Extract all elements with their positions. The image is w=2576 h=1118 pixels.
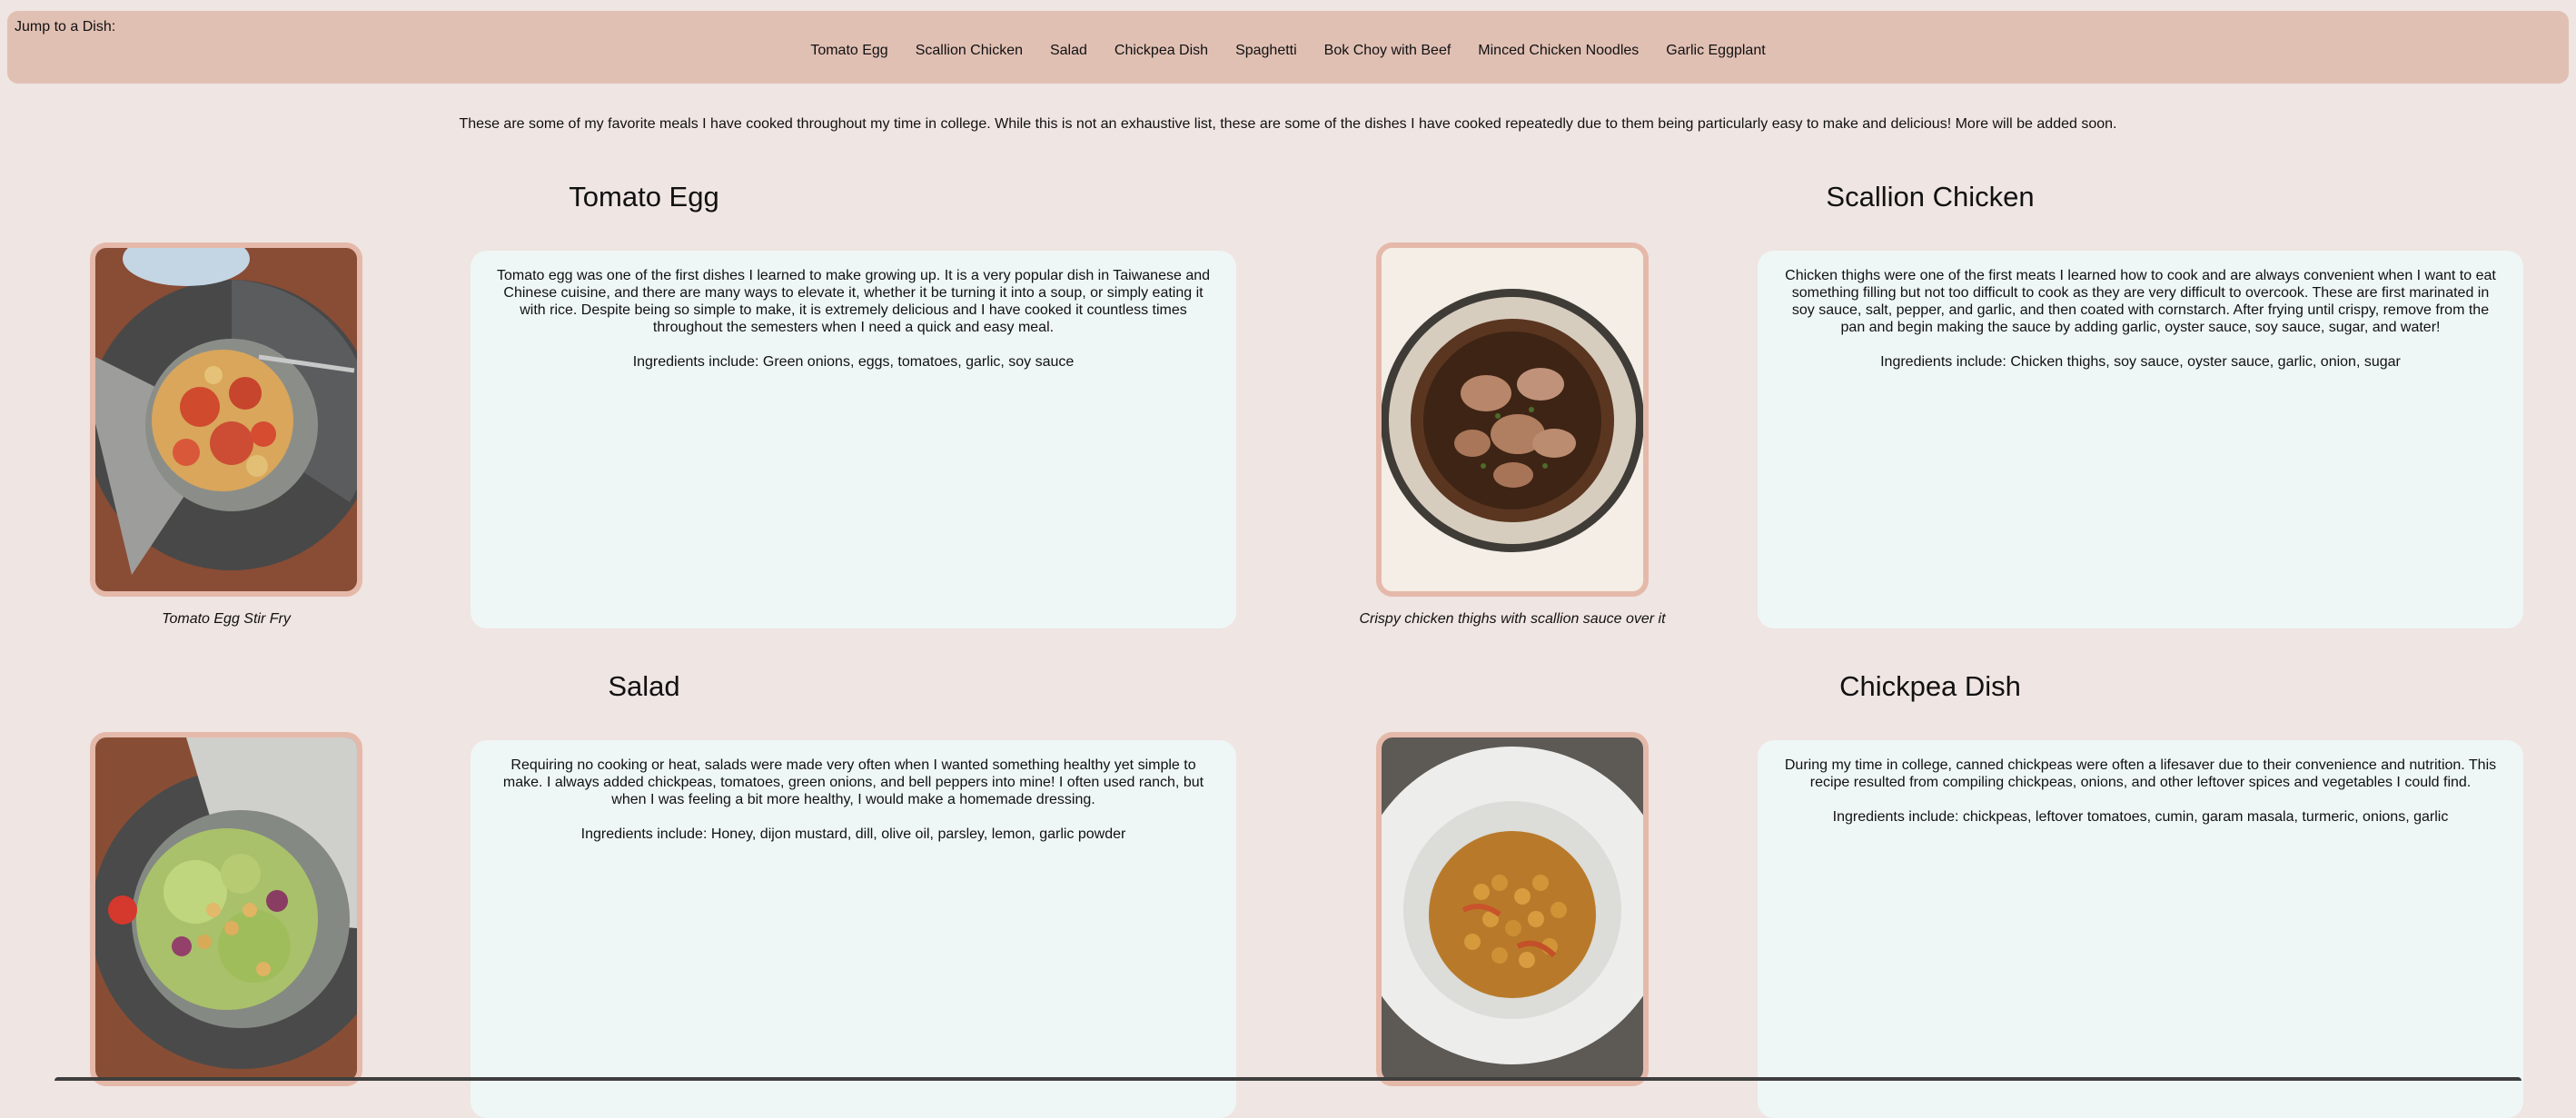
tomato-egg-photo (90, 242, 362, 597)
description-box-scallion-chicken: Chicken thighs were one of the first mea… (1758, 251, 2523, 628)
description-chickpea-dish: During my time in college, canned chickp… (1784, 757, 2497, 790)
salad-photo (90, 732, 362, 1086)
ingredients-salad: Ingredients include: Honey, dijon mustar… (580, 826, 1126, 842)
dish-title-salad: Salad (608, 670, 680, 702)
caption-scallion-chicken: Crispy chicken thighs with scallion sauc… (1359, 611, 1666, 627)
description-box-chickpea-dish: During my time in college, canned chickp… (1758, 740, 2523, 1118)
dish-title-scallion-chicken: Scallion Chicken (1826, 181, 2035, 213)
ingredients-tomato-egg: Ingredients include: Green onions, eggs,… (632, 354, 1075, 370)
nav-link-spaghetti[interactable]: Spaghetti (1235, 43, 1297, 59)
dish-title-tomato-egg: Tomato Egg (569, 181, 719, 213)
nav-link-minced-chicken-noodles[interactable]: Minced Chicken Noodles (1478, 43, 1639, 59)
ingredients-scallion-chicken: Ingredients include: Chicken thighs, soy… (1880, 354, 2401, 370)
tomato-egg-image (95, 248, 357, 591)
salad-image (95, 737, 357, 1081)
intro-text: These are some of my favorite meals I ha… (459, 116, 2117, 132)
ingredients-chickpea-dish: Ingredients include: chickpeas, leftover… (1832, 809, 2449, 825)
scallion-chicken-image (1382, 248, 1643, 591)
nav-link-tomato-egg[interactable]: Tomato Egg (810, 43, 887, 59)
nav-link-scallion-chicken[interactable]: Scallion Chicken (916, 43, 1023, 59)
dish-nav-bar: Jump to a Dish: Tomato Egg Scallion Chic… (7, 11, 2569, 84)
description-box-tomato-egg: Tomato egg was one of the first dishes I… (471, 251, 1236, 628)
description-salad: Requiring no cooking or heat, salads wer… (502, 757, 1204, 807)
description-tomato-egg: Tomato egg was one of the first dishes I… (496, 268, 1211, 335)
nav-links: Tomato Egg Scallion Chicken Salad Chickp… (7, 43, 2569, 59)
nav-link-salad[interactable]: Salad (1050, 43, 1087, 59)
nav-title: Jump to a Dish: (15, 19, 116, 35)
chickpea-dish-photo (1376, 732, 1649, 1086)
description-scallion-chicken: Chicken thighs were one of the first mea… (1785, 268, 2496, 335)
bottom-edge-shadow (54, 1077, 2522, 1081)
scallion-chicken-photo (1376, 242, 1649, 597)
dish-title-chickpea-dish: Chickpea Dish (1839, 670, 2021, 702)
description-box-salad: Requiring no cooking or heat, salads wer… (471, 740, 1236, 1118)
chickpea-dish-image (1382, 737, 1643, 1081)
caption-tomato-egg: Tomato Egg Stir Fry (162, 611, 291, 627)
nav-link-bok-choy-with-beef[interactable]: Bok Choy with Beef (1324, 43, 1451, 59)
nav-link-chickpea-dish[interactable]: Chickpea Dish (1115, 43, 1208, 59)
nav-link-garlic-eggplant[interactable]: Garlic Eggplant (1666, 43, 1765, 59)
